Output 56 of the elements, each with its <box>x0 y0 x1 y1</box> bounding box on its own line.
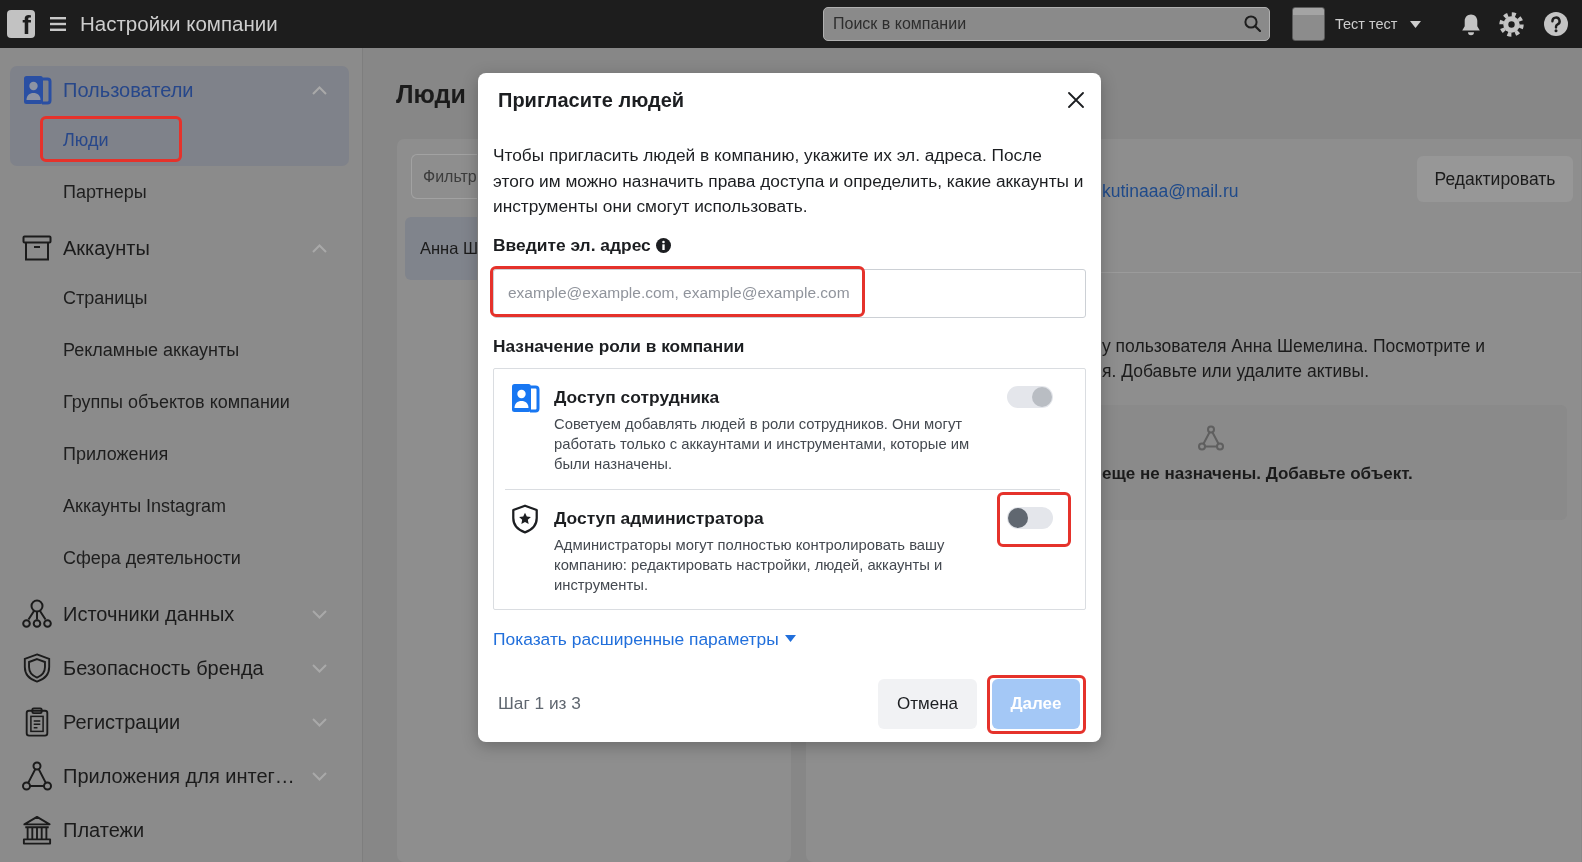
description-text: я. Добавьте или удалите активы. <box>1102 360 1370 383</box>
page-title: Настройки компании <box>80 12 278 36</box>
role-description: Администраторы могут полностью контролировать вашу компанию: редактировать настройки, людей, аккаунты и инструменты. <box>554 535 946 595</box>
bell-icon[interactable] <box>1461 12 1481 36</box>
search-field[interactable]: Поиск в компании <box>823 7 1270 41</box>
sidebar-item[interactable]: Аккаунты Instagram <box>10 480 349 532</box>
dialog-title: Пригласите людей <box>498 88 685 112</box>
sidebar-item[interactable]: Приложения <box>10 428 349 480</box>
role-description: Советуем добавлять людей в роли сотрудников. Они могут работать только с аккаунтами и инструментами, которые им были назначены. <box>554 414 971 474</box>
sidebar-item[interactable]: Группы объектов компании <box>10 376 349 428</box>
sidebar-group-header[interactable]: Регистрации <box>10 698 349 746</box>
account-switcher[interactable]: Тест тест <box>1292 7 1422 41</box>
email-link[interactable]: kutinaaa@mail.ru <box>1102 180 1239 202</box>
app-logo[interactable]: f <box>7 10 35 38</box>
search-icon <box>1244 15 1261 32</box>
field-label: Введите эл. адрес <box>493 235 651 256</box>
menu-icon[interactable] <box>50 17 66 31</box>
role-title: Доступ сотрудника <box>554 385 721 408</box>
section-heading: Назначение роли в компании <box>493 334 746 357</box>
advanced-settings-link[interactable]: Показать расширенные параметры <box>493 627 796 650</box>
caret-icon <box>784 635 796 642</box>
toggle-switch[interactable] <box>1007 506 1053 529</box>
avatar <box>1292 7 1325 41</box>
sidebar-group-header[interactable]: Источники данных <box>10 590 349 638</box>
step-indicator: Шаг 1 из 3 <box>498 693 581 714</box>
sidebar-group-header[interactable]: Безопасность бренда <box>10 644 349 692</box>
sidebar-item[interactable]: Сфера деятельности <box>10 532 349 584</box>
sidebar-item[interactable]: Страницы <box>10 272 349 324</box>
cancel-button[interactable]: Отмена <box>878 678 977 729</box>
filter-field[interactable]: Фильтр <box>411 154 477 199</box>
info-icon[interactable] <box>655 238 671 253</box>
page-heading: Люди <box>396 78 466 110</box>
description-text: у пользователя Анна Шемелина. Посмотрите и <box>1102 335 1486 358</box>
shield-icon <box>22 653 52 683</box>
sidebar-group-header[interactable]: Платежи <box>10 806 349 854</box>
sidebar-group-header[interactable]: Аккаунты <box>10 224 349 272</box>
sidebar-item[interactable]: Партнеры <box>10 166 349 218</box>
sidebar-item[interactable]: Рекламные аккаунты <box>10 324 349 376</box>
connected-circles-icon <box>22 599 52 629</box>
edit-button[interactable]: Редактировать <box>1417 156 1573 202</box>
archive-box-icon <box>22 233 52 263</box>
help-icon[interactable] <box>1544 12 1568 36</box>
triangle-nodes-icon <box>22 761 52 791</box>
caret-icon <box>1410 20 1422 28</box>
bank-building-icon <box>22 815 52 845</box>
settings-icon[interactable] <box>1499 11 1524 37</box>
person-card-icon <box>22 75 52 105</box>
sidebar-group-header[interactable]: Приложения для интег… <box>10 752 349 800</box>
close-icon[interactable] <box>1068 92 1084 108</box>
person-card-icon <box>510 382 540 413</box>
intro-text: Чтобы пригласить людей в компанию, укажите их эл. адреса. После этого им можно назначить права доступа и определить, какие аккаунты и инструменты они смогут использовать. <box>493 144 1085 218</box>
empty-state-text: еще не назначены. Добавьте объект. <box>1102 463 1413 485</box>
shield-star-icon <box>510 503 540 534</box>
triangle-nodes-icon <box>1198 425 1224 451</box>
person-row[interactable]: Анна Ш <box>405 217 477 280</box>
role-title: Доступ администратора <box>554 506 765 529</box>
